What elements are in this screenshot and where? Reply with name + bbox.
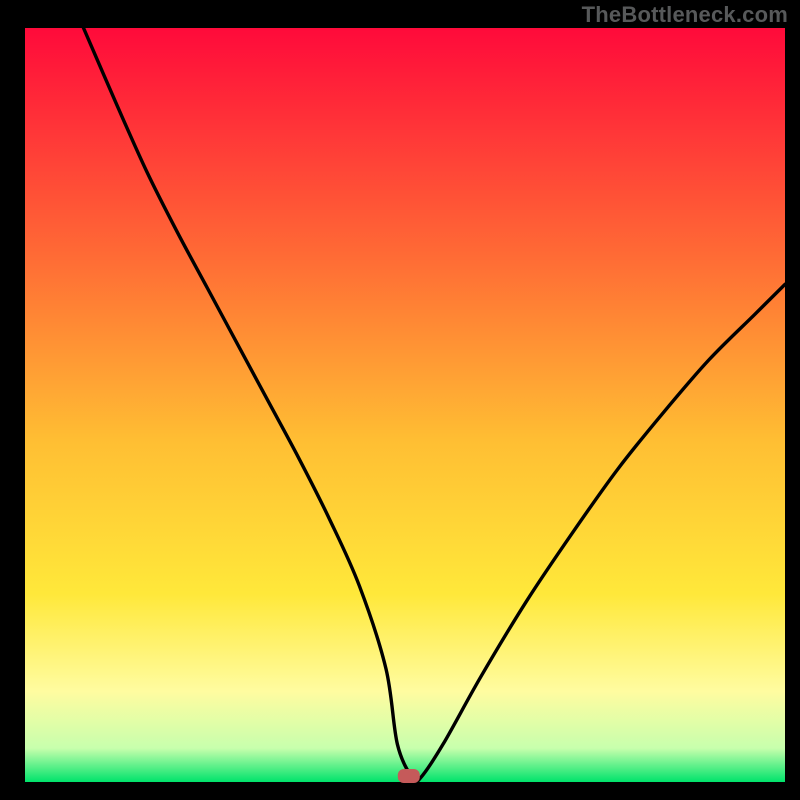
chart-stage: TheBottleneck.com <box>0 0 800 800</box>
watermark-text: TheBottleneck.com <box>582 2 788 28</box>
chart-svg <box>0 0 800 800</box>
optimal-marker <box>398 769 420 783</box>
